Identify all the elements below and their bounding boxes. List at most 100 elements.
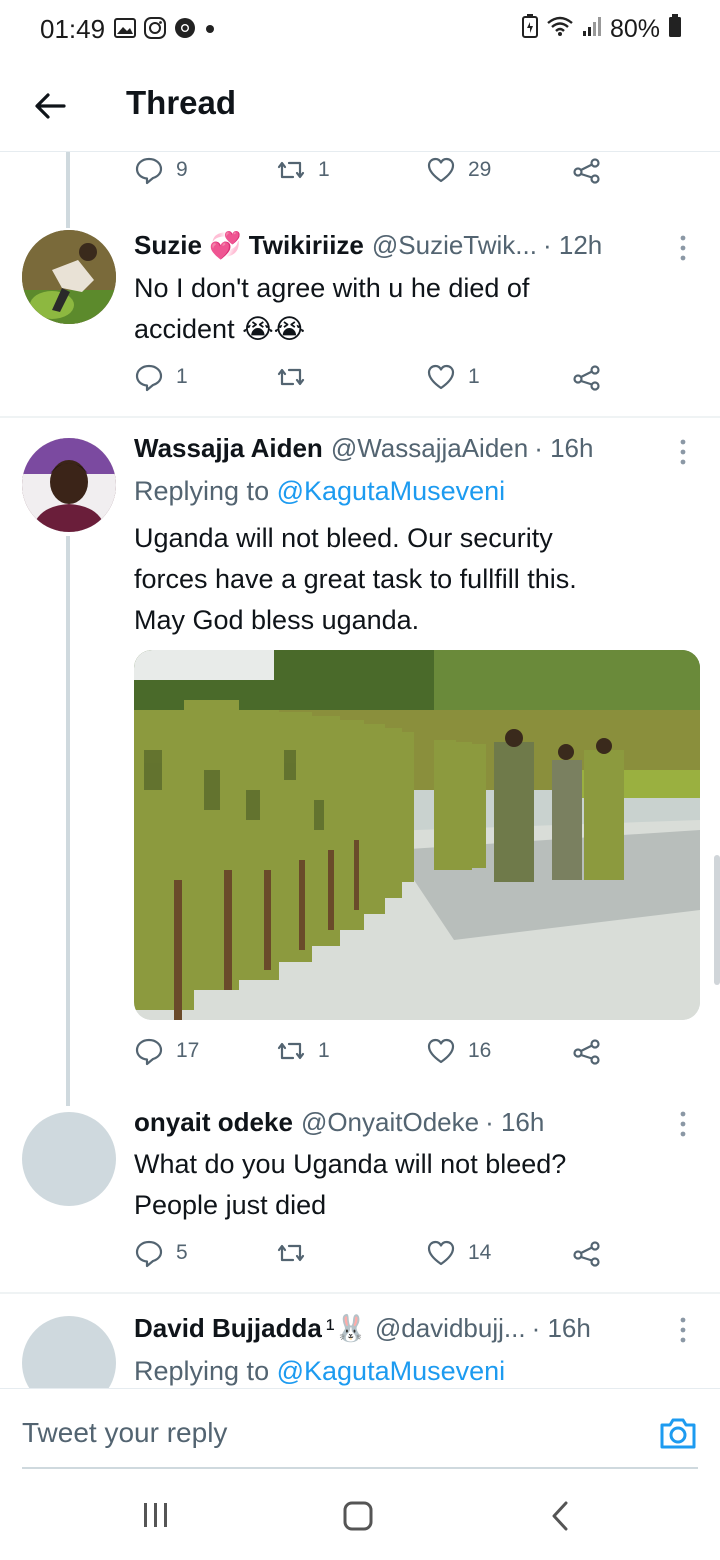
battery-saver-icon <box>521 14 538 45</box>
dot-icon <box>204 22 216 40</box>
battery-percentage: 80% <box>609 15 660 43</box>
like-count: 1 <box>468 365 480 388</box>
reply-count: 9 <box>176 158 188 181</box>
status-time: 01:49 <box>40 14 106 44</box>
share-icon <box>573 365 600 391</box>
like-count: 14 <box>468 1241 492 1264</box>
share-icon <box>573 1241 600 1267</box>
retweet-icon <box>277 368 305 386</box>
camera-icon[interactable] <box>658 1413 698 1453</box>
retweet-button[interactable]: 1 <box>276 1036 330 1066</box>
like-count: 16 <box>468 1039 492 1062</box>
reply-icon <box>135 1240 163 1268</box>
reply-count: 5 <box>176 1241 188 1264</box>
tweet-actions: 1 1 <box>134 362 614 402</box>
reply-compose-bar: Tweet your reply <box>0 1388 720 1470</box>
battery-icon <box>668 14 682 45</box>
retweet-button[interactable] <box>276 362 318 392</box>
share-button[interactable] <box>572 155 602 185</box>
tweet-header: Wassajja Aiden @WassajjaAiden · 16h <box>134 433 694 464</box>
retweet-count: 1 <box>318 1039 330 1062</box>
tweet-text-line: forces have a great task to fullfill thi… <box>134 564 577 594</box>
tweet-media-image[interactable] <box>134 650 700 1020</box>
author-handle[interactable]: @OnyaitOdeke <box>301 1107 479 1138</box>
tweet-actions: 9 1 29 <box>134 155 614 195</box>
tweet-text-line: What do you Uganda will not bleed? <box>134 1149 567 1179</box>
author-handle[interactable]: @davidbujj... <box>375 1313 526 1344</box>
tweet-text: What do you Uganda will not bleed? Peopl… <box>134 1144 694 1226</box>
wifi-icon <box>546 15 574 44</box>
more-options-icon[interactable] <box>678 1110 690 1140</box>
heart-icon <box>427 1038 455 1064</box>
reply-button[interactable]: 1 <box>134 362 188 392</box>
reply-icon <box>135 157 163 185</box>
replying-to: Replying to @KagutaMuseveni <box>134 1356 505 1387</box>
thread-connector <box>66 152 70 228</box>
tweet-divider <box>0 416 720 418</box>
avatar[interactable] <box>22 438 116 532</box>
thread-connector <box>66 536 70 1106</box>
tweet-text-line: People just died <box>134 1190 327 1220</box>
home-icon[interactable] <box>342 1500 374 1537</box>
tweet-time: · 16h <box>485 1107 545 1137</box>
tweet-text-line: Uganda will not bleed. Our security <box>134 523 553 553</box>
mention-link[interactable]: @KagutaMuseveni <box>277 476 506 506</box>
avatar[interactable] <box>22 1112 116 1206</box>
reply-button[interactable]: 5 <box>134 1238 188 1268</box>
reply-icon <box>135 364 163 392</box>
share-button[interactable] <box>572 362 602 392</box>
author-name-last: Twikiriize <box>248 230 364 260</box>
reply-icon <box>135 1038 163 1066</box>
back-nav-icon[interactable] <box>548 1500 572 1537</box>
recent-apps-icon[interactable] <box>142 1500 170 1535</box>
retweet-button[interactable]: 1 <box>276 155 330 185</box>
like-button[interactable]: 29 <box>426 155 491 185</box>
author-name-first: Suzie <box>134 230 202 260</box>
tweet-text: No I don't agree with u he died of accid… <box>134 268 694 350</box>
retweet-button[interactable] <box>276 1238 318 1268</box>
system-icons: 80% <box>521 14 682 45</box>
more-options-icon[interactable] <box>678 234 690 264</box>
share-icon <box>573 1039 600 1065</box>
reply-input[interactable]: Tweet your reply <box>22 1417 227 1449</box>
reply-count: 1 <box>176 365 188 388</box>
author-name[interactable]: Wassajja Aiden <box>134 433 323 464</box>
more-options-icon[interactable] <box>678 438 690 468</box>
status-bar: 01:49 80% <box>0 0 720 60</box>
tweet-divider <box>0 1292 720 1294</box>
back-arrow-icon[interactable] <box>32 88 68 124</box>
more-options-icon[interactable] <box>678 1316 690 1346</box>
gallery-icon <box>114 18 136 43</box>
share-button[interactable] <box>572 1238 602 1268</box>
notification-icons <box>114 17 216 44</box>
tweet-actions: 5 14 <box>134 1238 614 1278</box>
retweet-icon <box>277 1042 305 1060</box>
instagram-icon <box>144 17 166 44</box>
author-handle[interactable]: @SuzieTwik... <box>372 230 537 261</box>
tweet-header: Suzie 💞 Twikiriize @SuzieTwik... · 12h <box>134 230 694 261</box>
page-title: Thread <box>126 84 237 121</box>
like-button[interactable]: 1 <box>426 362 480 392</box>
heart-icon <box>427 1240 455 1266</box>
author-name[interactable]: onyait odeke <box>134 1107 293 1138</box>
tweet-text: Uganda will not bleed. Our security forc… <box>134 518 694 641</box>
like-button[interactable]: 16 <box>426 1036 491 1066</box>
author-name[interactable]: Suzie 💞 Twikiriize <box>134 230 364 261</box>
author-handle[interactable]: @WassajjaAiden <box>331 433 528 464</box>
avatar[interactable] <box>22 230 116 324</box>
share-icon <box>573 158 600 184</box>
soldiers-photo <box>134 650 700 1020</box>
tweet-time: · 16h <box>531 1313 591 1343</box>
share-button[interactable] <box>572 1036 602 1066</box>
like-button[interactable]: 14 <box>426 1238 491 1268</box>
mention-link[interactable]: @KagutaMuseveni <box>277 1356 506 1386</box>
system-navigation-bar <box>0 1470 720 1560</box>
reply-button[interactable]: 17 <box>134 1036 199 1066</box>
tweet-header: David Bujjadda ¹🐰 @davidbujj... · 16h <box>134 1313 694 1344</box>
author-name[interactable]: David Bujjadda <box>134 1313 322 1344</box>
tweet-text-line: May God bless uganda. <box>134 605 420 635</box>
reply-button[interactable]: 9 <box>134 155 188 185</box>
signal-icon <box>582 15 602 44</box>
replying-to: Replying to @KagutaMuseveni <box>134 476 505 507</box>
scrollbar-thumb[interactable] <box>714 855 720 985</box>
